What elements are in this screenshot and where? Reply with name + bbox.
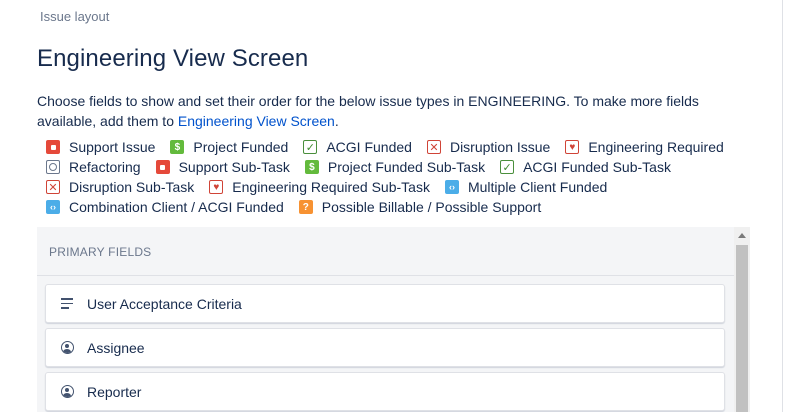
field-label: User Acceptance Criteria	[87, 295, 242, 312]
issue-type-label: Project Funded	[193, 139, 289, 155]
field-label: Reporter	[87, 383, 142, 400]
issue-type: ♥ Engineering Required Sub-Task	[209, 179, 430, 195]
issue-type: ✓ ACGI Funded	[303, 139, 412, 155]
page-title: Engineering View Screen	[37, 45, 309, 72]
issue-type-label: Disruption Sub-Task	[69, 179, 195, 195]
field-card-reporter[interactable]: Reporter	[45, 372, 725, 411]
description: Choose fields to show and set their orde…	[37, 91, 757, 131]
issue-type: ? Possible Billable / Possible Support	[298, 199, 542, 215]
bug-icon	[46, 140, 60, 154]
field-label: Assignee	[87, 339, 145, 356]
bug-icon	[155, 160, 170, 174]
scroll-thumb[interactable]	[736, 245, 748, 412]
issue-type-row: Support Issue $ Project Funded ✓ ACGI Fund…	[46, 137, 766, 157]
refactor-icon	[46, 160, 60, 174]
issue-type-label: Disruption Issue	[449, 139, 551, 155]
field-card-assignee[interactable]: Assignee	[45, 328, 725, 367]
description-text: Choose fields to show and set their orde…	[37, 93, 699, 129]
panel-divider	[37, 275, 734, 276]
issue-type-row: ✕ Disruption Sub-Task ♥ Engineering Requir…	[46, 177, 766, 197]
scrollbar[interactable]	[734, 227, 750, 412]
text-lines-icon	[60, 297, 74, 311]
panel-header: PRIMARY FIELDS	[49, 245, 152, 259]
issue-type-label: Multiple Client Funded	[467, 179, 608, 195]
issue-type-list: Support Issue $ Project Funded ✓ ACGI Fund…	[46, 137, 766, 217]
issue-type: ✕ Disruption Sub-Task	[46, 179, 194, 195]
user-icon	[60, 341, 74, 355]
breadcrumb[interactable]: Issue layout	[40, 9, 109, 24]
issue-type: Refactoring	[46, 159, 141, 175]
code-icon: ‹›	[444, 180, 459, 194]
check-icon: ✓	[500, 160, 515, 174]
page-edge-divider	[782, 0, 783, 412]
x-icon: ✕	[46, 180, 60, 194]
description-suffix: .	[334, 113, 339, 129]
code-icon: ‹›	[46, 200, 60, 214]
issue-type-label: Possible Billable / Possible Support	[321, 199, 542, 215]
dollar-icon: $	[304, 160, 319, 174]
issue-type: Support Issue	[46, 139, 155, 155]
issue-type-label: Refactoring	[69, 159, 141, 175]
issue-type: ♥ Engineering Required	[565, 139, 724, 155]
check-icon: ✓	[303, 140, 318, 154]
issue-type: ✓ ACGI Funded Sub-Task	[500, 159, 671, 175]
issue-type: ‹› Combination Client / ACGI Funded	[46, 199, 284, 215]
issue-type-label: Combination Client / ACGI Funded	[69, 199, 284, 215]
issue-type-row: ‹› Combination Client / ACGI Funded ? Poss…	[46, 197, 766, 217]
issue-type: ✕ Disruption Issue	[426, 139, 551, 155]
issue-type-label: Project Funded Sub-Task	[327, 159, 486, 175]
issue-type-label: ACGI Funded	[326, 139, 412, 155]
issue-type-label: Engineering Required	[588, 139, 724, 155]
primary-fields-panel: PRIMARY FIELDS User Acceptance Criteria …	[37, 227, 750, 412]
screen-link[interactable]: Engineering View Screen	[178, 113, 335, 129]
question-icon: ?	[298, 200, 313, 214]
issue-type-row: Refactoring Support Sub-Task $ Project Fu…	[46, 157, 766, 177]
dollar-icon: $	[170, 140, 185, 154]
heart-icon: ♥	[565, 140, 580, 154]
issue-type: $ Project Funded	[170, 139, 288, 155]
issue-type-label: Engineering Required Sub-Task	[232, 179, 430, 195]
field-card-user-acceptance-criteria[interactable]: User Acceptance Criteria	[45, 284, 725, 323]
issue-type: Support Sub-Task	[155, 159, 290, 175]
scroll-up-arrow-icon[interactable]	[738, 233, 746, 238]
heart-icon: ♥	[209, 180, 224, 194]
issue-type: $ Project Funded Sub-Task	[304, 159, 486, 175]
issue-type: ‹› Multiple Client Funded	[444, 179, 608, 195]
issue-type-label: Support Sub-Task	[178, 159, 290, 175]
issue-type-label: Support Issue	[69, 139, 156, 155]
user-icon	[60, 385, 74, 399]
x-icon: ✕	[426, 140, 441, 154]
issue-type-label: ACGI Funded Sub-Task	[523, 159, 671, 175]
